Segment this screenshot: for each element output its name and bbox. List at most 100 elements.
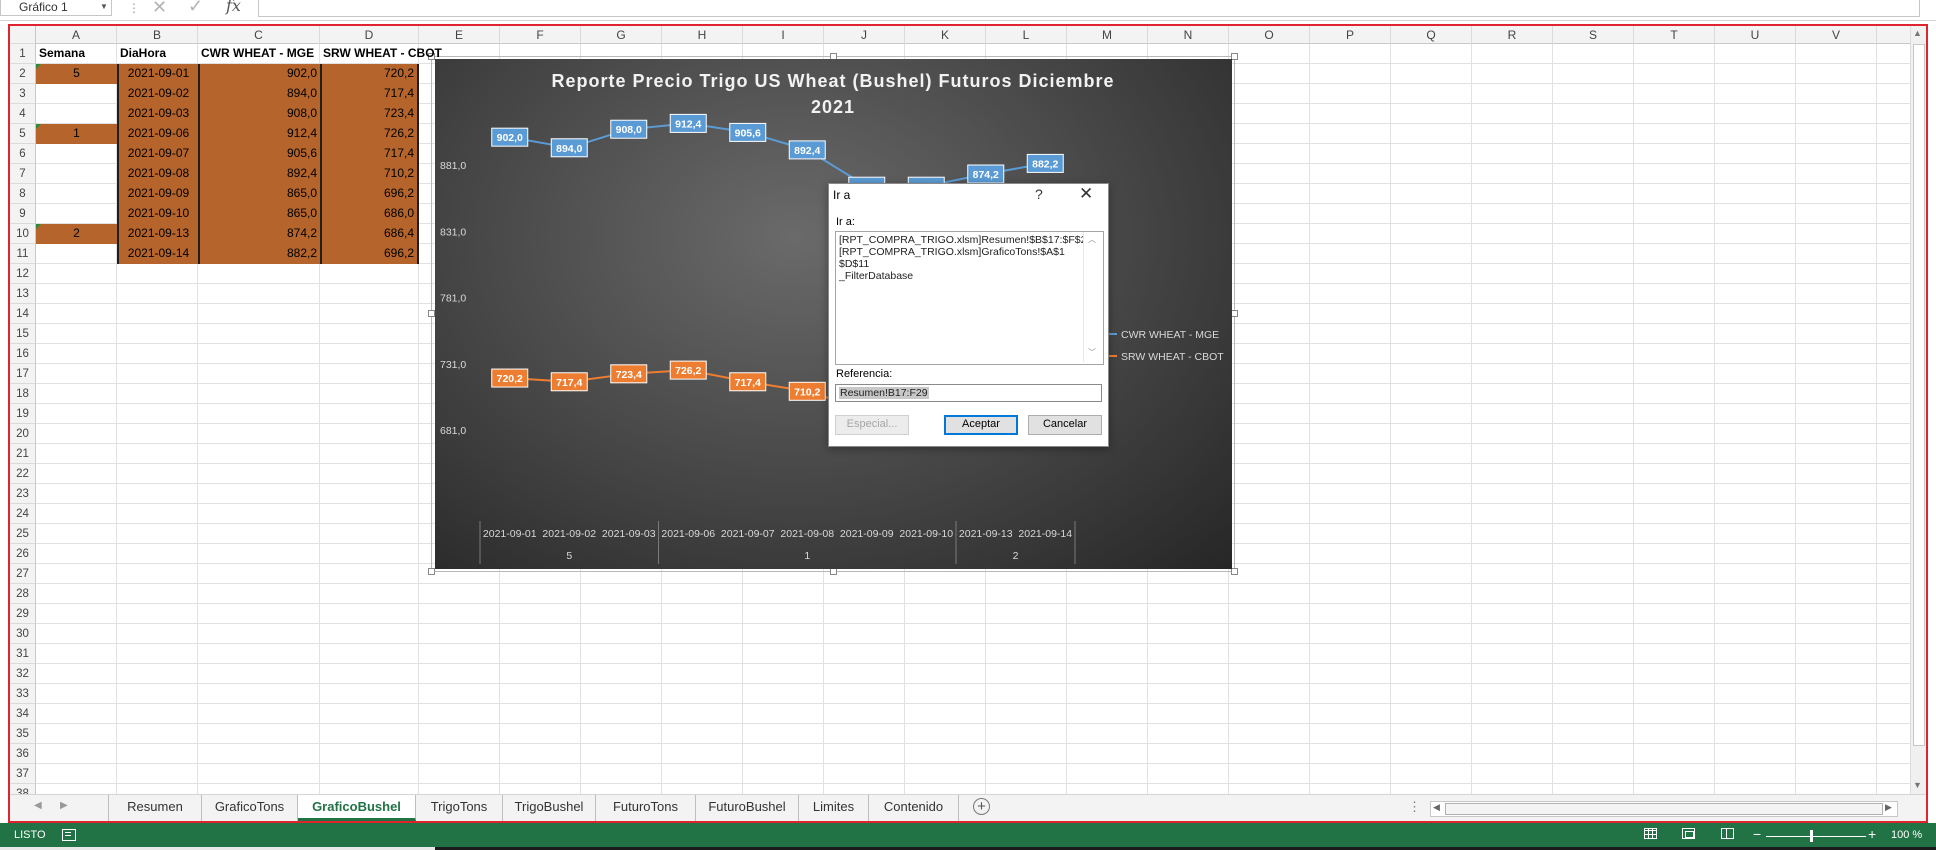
table-cell[interactable]: CWR WHEAT - MGE	[198, 44, 320, 64]
row-header[interactable]: 10	[10, 224, 36, 244]
list-scrollbar[interactable]	[1083, 232, 1102, 362]
table-cell[interactable]: DiaHora	[117, 44, 198, 64]
tab-trigobushel[interactable]: TrigoBushel	[503, 795, 596, 821]
table-cell[interactable]: 717,4	[320, 144, 419, 164]
chevron-up-icon[interactable]: ︿	[1088, 234, 1096, 245]
resize-handle[interactable]	[830, 568, 837, 575]
table-cell[interactable]: 2021-09-06	[117, 124, 198, 144]
tab-resumen[interactable]: Resumen	[109, 795, 202, 821]
table-cell[interactable]: 5	[36, 64, 117, 84]
table-cell[interactable]	[36, 84, 117, 104]
vertical-scroll-thumb[interactable]	[1913, 44, 1925, 746]
row-header[interactable]: 19	[10, 404, 36, 424]
row-header[interactable]: 15	[10, 324, 36, 344]
row-header[interactable]: 37	[10, 764, 36, 784]
table-cell[interactable]: 696,2	[320, 244, 419, 264]
zoom-in-icon[interactable]: +	[1868, 826, 1876, 842]
normal-view-icon[interactable]	[1644, 828, 1657, 839]
row-header[interactable]: 38	[10, 784, 36, 794]
column-header[interactable]: M	[1067, 26, 1148, 44]
reference-value[interactable]: Resumen!B17:F29	[839, 387, 929, 399]
name-box[interactable]: Gráfico 1	[0, 0, 112, 16]
table-cell[interactable]: SRW WHEAT - CBOT	[320, 44, 450, 64]
table-cell[interactable]: 2021-09-14	[117, 244, 198, 264]
table-cell[interactable]	[36, 184, 117, 204]
row-header[interactable]: 23	[10, 484, 36, 504]
table-cell[interactable]	[36, 144, 117, 164]
column-header[interactable]: Q	[1391, 26, 1472, 44]
row-header[interactable]: 8	[10, 184, 36, 204]
column-header[interactable]: R	[1472, 26, 1553, 44]
row-header[interactable]: 4	[10, 104, 36, 124]
zoom-slider[interactable]	[1766, 836, 1866, 837]
tab-contenido[interactable]: Contenido	[869, 795, 959, 821]
table-cell[interactable]	[36, 244, 117, 264]
column-header[interactable]: B	[117, 26, 198, 44]
enter-check-icon[interactable]: ✓	[188, 0, 203, 17]
table-cell[interactable]: 2021-09-07	[117, 144, 198, 164]
row-header[interactable]: 3	[10, 84, 36, 104]
column-header[interactable]: D	[320, 26, 419, 44]
resize-handle[interactable]	[428, 310, 435, 317]
row-header[interactable]: 33	[10, 684, 36, 704]
scroll-left-icon[interactable]: ◀	[1433, 802, 1440, 813]
select-all-corner[interactable]	[10, 26, 36, 44]
column-header[interactable]: F	[500, 26, 581, 44]
table-cell[interactable]: 912,4	[198, 124, 320, 144]
table-cell[interactable]: 720,2	[320, 64, 419, 84]
column-header[interactable]: O	[1229, 26, 1310, 44]
table-cell[interactable]: 1	[36, 124, 117, 144]
row-header[interactable]: 22	[10, 464, 36, 484]
row-header[interactable]: 13	[10, 284, 36, 304]
table-cell[interactable]: 882,2	[198, 244, 320, 264]
cancel-button[interactable]: Cancelar	[1028, 415, 1102, 435]
table-cell[interactable]: 696,2	[320, 184, 419, 204]
column-header[interactable]: V	[1796, 26, 1877, 44]
formula-input[interactable]	[258, 0, 1920, 17]
column-header[interactable]: C	[198, 26, 320, 44]
table-cell[interactable]: 892,4	[198, 164, 320, 184]
row-header[interactable]: 16	[10, 344, 36, 364]
row-header[interactable]: 27	[10, 564, 36, 584]
row-header[interactable]: 28	[10, 584, 36, 604]
table-cell[interactable]: 865,0	[198, 184, 320, 204]
chevron-down-icon[interactable]: ﹀	[1088, 347, 1096, 358]
zoom-level[interactable]: 100 %	[1891, 829, 1922, 841]
table-cell[interactable]: 2021-09-01	[117, 64, 198, 84]
close-icon[interactable]: ✕	[1079, 184, 1093, 204]
row-header[interactable]: 17	[10, 364, 36, 384]
table-cell[interactable]: 2021-09-08	[117, 164, 198, 184]
row-header[interactable]: 34	[10, 704, 36, 724]
fx-icon[interactable]: fx	[226, 0, 241, 15]
column-header[interactable]: T	[1634, 26, 1715, 44]
list-item[interactable]: _FilterDatabase	[839, 270, 913, 282]
resize-handle[interactable]	[1231, 53, 1238, 60]
tab-trigotons[interactable]: TrigoTons	[416, 795, 503, 821]
row-header[interactable]: 11	[10, 244, 36, 264]
column-header[interactable]: G	[581, 26, 662, 44]
table-cell[interactable]: 874,2	[198, 224, 320, 244]
row-header[interactable]: 1	[10, 44, 36, 64]
row-header[interactable]: 14	[10, 304, 36, 324]
table-cell[interactable]: 2021-09-09	[117, 184, 198, 204]
table-cell[interactable]: 723,4	[320, 104, 419, 124]
scroll-down-icon[interactable]: ▼	[1913, 780, 1922, 790]
column-header[interactable]: S	[1553, 26, 1634, 44]
row-header[interactable]: 6	[10, 144, 36, 164]
list-item[interactable]: $D$11	[839, 258, 869, 270]
row-header[interactable]: 2	[10, 64, 36, 84]
column-header[interactable]: I	[743, 26, 824, 44]
table-cell[interactable]: 2	[36, 224, 117, 244]
row-header[interactable]: 32	[10, 664, 36, 684]
row-header[interactable]: 24	[10, 504, 36, 524]
row-header[interactable]: 21	[10, 444, 36, 464]
tabs-splitter-icon[interactable]: ⋮	[1408, 799, 1421, 815]
tab-graficotons[interactable]: GraficoTons	[202, 795, 298, 821]
row-header[interactable]: 30	[10, 624, 36, 644]
column-header[interactable]: J	[824, 26, 905, 44]
table-cell[interactable]: 2021-09-10	[117, 204, 198, 224]
table-cell[interactable]: 710,2	[320, 164, 419, 184]
table-cell[interactable]: 902,0	[198, 64, 320, 84]
tab-graficobushel[interactable]: GraficoBushel	[298, 795, 416, 821]
table-cell[interactable]	[36, 104, 117, 124]
